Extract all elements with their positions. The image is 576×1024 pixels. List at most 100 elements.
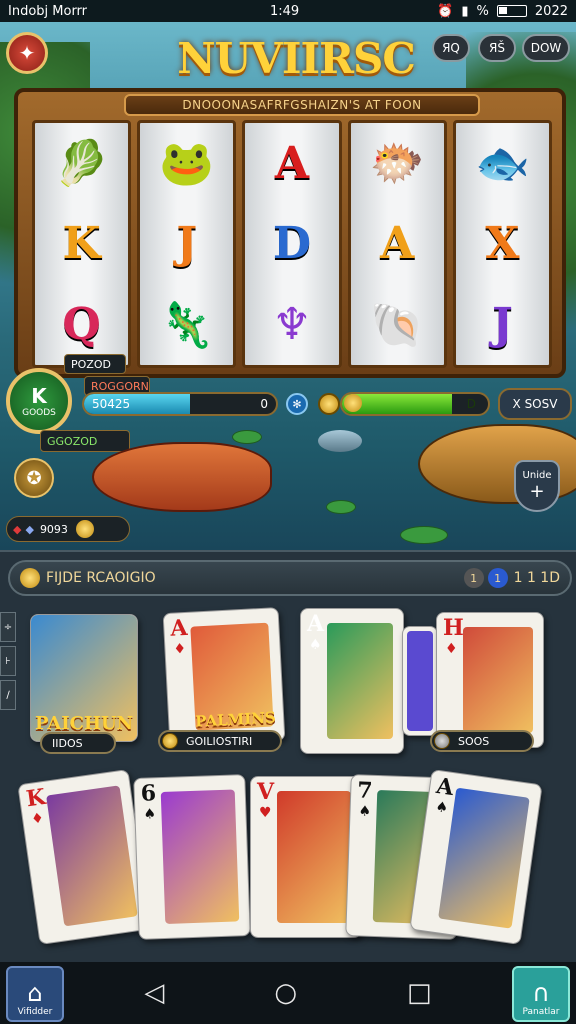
- gem-counter: ◆ ◆ 9093: [6, 516, 130, 542]
- progress-bar-1-value: 50425: [92, 397, 131, 411]
- progress-bar-2-end: D: [466, 397, 476, 411]
- card-top-2-tag-text: GOILIOSTIRI: [186, 734, 253, 748]
- reel-symbol: 🐚: [369, 299, 425, 351]
- progress-bar-2: D: [340, 392, 490, 416]
- card-suit: ♠: [143, 806, 157, 823]
- reel-symbol: A: [274, 137, 310, 189]
- score-label-1-text: POZOD: [71, 357, 111, 371]
- card-art: [46, 785, 138, 927]
- coin-icon: [162, 733, 178, 749]
- reel-column: 🥬 K Q: [32, 120, 132, 368]
- reels-frame: DNOOONASAFRFGSHAIZN'S AT FOON 🥬 K Q 🐸 J 🦎 A D ♆ 🐡…: [14, 88, 566, 378]
- side-tab-2[interactable]: ⊦: [0, 646, 16, 676]
- side-tab-1[interactable]: ÷: [0, 612, 16, 642]
- balance-badge-label: GOODS: [22, 408, 56, 418]
- reel-symbol: 🥬: [54, 138, 109, 190]
- card-top-1-tag: IIDOS: [40, 732, 116, 754]
- header-pill-3-label: DOW: [530, 41, 562, 55]
- wifi-icon: %: [476, 3, 489, 19]
- reel-column: 🐡 A 🐚: [347, 120, 447, 368]
- header-pill-3[interactable]: DOW: [522, 34, 570, 62]
- plus-icon: +: [529, 481, 545, 502]
- card-suit: ♠: [358, 803, 372, 820]
- card-top-4[interactable]: H ♦: [436, 612, 544, 748]
- home-nav-icon[interactable]: ○: [274, 978, 297, 1008]
- reel-symbol: 🐸: [159, 138, 215, 190]
- back-nav-icon[interactable]: ◁: [144, 978, 164, 1008]
- reel-column: 🐸 J 🦎: [137, 120, 237, 368]
- card-top-3-rank: A: [307, 611, 325, 637]
- balance-badge[interactable]: K GOODS: [6, 368, 72, 434]
- game-scene: ✦ NUVIIRSC ЯQ ЯŠ DOW DNOOONASAFRFGSHAIZN…: [0, 22, 576, 550]
- header-pill-2-label: ЯŠ: [489, 41, 505, 55]
- toggle-dot-icon[interactable]: 1: [487, 568, 508, 588]
- card-panel: FIJDE RCAOIGIO 1 1 1 1 1D ÷ ⊦ ∕ PAICHUN …: [0, 550, 576, 962]
- reel-symbol: J: [491, 299, 513, 351]
- right-shortcut-button[interactable]: ∩ Panatlar: [512, 966, 570, 1022]
- side-tab-2-label: ⊦: [5, 655, 11, 667]
- card-top-3-art: [327, 623, 393, 739]
- headset-icon: ∩: [532, 979, 550, 1007]
- coin-icon: [75, 520, 94, 538]
- status-right-text: 2022: [534, 3, 568, 19]
- card-top-1-title: PAICHUN: [35, 713, 134, 734]
- menu-button[interactable]: ✦: [6, 32, 48, 74]
- hook-button[interactable]: Unide +: [514, 460, 560, 512]
- side-tab-1-label: ÷: [3, 621, 13, 633]
- panel-header: FIJDE RCAOIGIO 1 1 1 1 1D: [8, 560, 572, 596]
- card-suit: ♥: [259, 805, 272, 821]
- side-tab-3[interactable]: ∕: [0, 680, 16, 710]
- status-bar: Indobj Morrr 1:49 ⏰ ▮ % 2022: [0, 0, 576, 22]
- score-label-2-text: ROGGORN: [91, 379, 149, 393]
- coin-icon: [20, 568, 40, 588]
- card-top-2[interactable]: A ♦ PALMINS: [162, 607, 286, 747]
- balance-badge-value: K: [31, 384, 47, 408]
- card-top-4-tag: SOOS: [430, 730, 534, 752]
- battery-icon: [496, 5, 527, 17]
- lily-pad: [232, 430, 262, 444]
- card-bottom[interactable]: A ♠: [409, 768, 543, 946]
- multiplier-pill-text: X SOSV: [512, 397, 558, 411]
- status-icons: ⏰ ▮ % 2022: [437, 4, 568, 19]
- reels-grid[interactable]: 🥬 K Q 🐸 J 🦎 A D ♆ 🐡 A 🐚 🐟 X J: [32, 120, 553, 368]
- card-bottom[interactable]: 6 ♠: [133, 774, 251, 940]
- progress-bar-1-end: 0: [260, 397, 268, 411]
- snowflake-icon[interactable]: ✻: [286, 393, 308, 415]
- house-icon: ⌂: [27, 979, 43, 1007]
- card-top-1[interactable]: PAICHUN: [30, 614, 138, 742]
- card-art: [160, 789, 240, 924]
- shield-button[interactable]: ✪: [14, 458, 54, 498]
- card-top-2-tag: GOILIOSTIRI: [158, 730, 282, 752]
- reels-banner: DNOOONASAFRFGSHAIZN'S AT FOON: [124, 94, 480, 116]
- system-nav-bar: ◁ ○ □: [0, 962, 576, 1024]
- card-top-3[interactable]: A ♠: [300, 608, 404, 754]
- gem-counter-value: 9093: [39, 522, 68, 536]
- bonus-label-text: GGOZOD: [47, 434, 98, 448]
- right-shortcut-label: Panatlar: [522, 1007, 560, 1017]
- reel-symbol: 🦎: [159, 299, 215, 351]
- card-top-4-tag-text: SOOS: [458, 734, 490, 748]
- header-pill-2[interactable]: ЯŠ: [478, 34, 516, 62]
- reel-symbol: A: [380, 218, 415, 270]
- recents-nav-icon[interactable]: □: [407, 978, 432, 1008]
- card-top-2-suit: ♦: [173, 640, 187, 658]
- home-shortcut-button[interactable]: ⌂ Vifidder: [6, 966, 64, 1022]
- panel-title: FIJDE RCAOIGIO: [46, 570, 156, 586]
- toggle-dot-icon[interactable]: 1: [463, 568, 484, 588]
- card-top-3b[interactable]: [402, 626, 438, 736]
- reel-symbol: Q: [62, 299, 101, 351]
- header-pill-1[interactable]: ЯQ: [432, 34, 470, 62]
- orange-fish-image: [92, 442, 272, 512]
- card-top-3-suit: ♠: [309, 637, 322, 653]
- alarm-icon: ⏰: [437, 3, 454, 19]
- card-suit: ♦: [30, 810, 45, 828]
- card-top-3b-art: [407, 631, 433, 731]
- card-bottom[interactable]: K ♦: [17, 768, 151, 946]
- card-rank: 7: [356, 777, 374, 804]
- reel-column: A D ♆: [242, 120, 342, 368]
- coin-icon-small: [344, 394, 362, 412]
- compass-icon: ✦: [18, 41, 36, 65]
- multiplier-pill[interactable]: X SOSV: [498, 388, 572, 420]
- signal-icon: ▮: [461, 3, 469, 19]
- hook-button-label: Unide: [522, 470, 552, 481]
